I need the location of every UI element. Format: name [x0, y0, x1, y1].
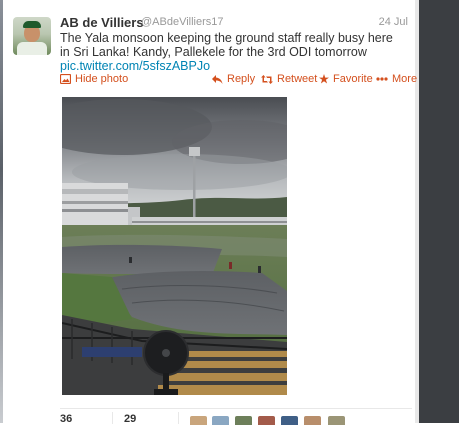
avatar[interactable] — [304, 416, 321, 425]
avatar[interactable] — [258, 416, 275, 425]
hide-photo-button[interactable]: Hide photo — [60, 73, 128, 85]
retweet-icon — [261, 74, 273, 84]
favorite-button[interactable]: Favorite — [319, 73, 373, 85]
avatar[interactable] — [212, 416, 229, 425]
avatar[interactable] — [13, 17, 51, 55]
hide-photo-label: Hide photo — [75, 73, 129, 85]
tweet-stats: 36 29 — [60, 408, 412, 425]
retweet-label: Retweet — [277, 73, 318, 85]
star-icon — [319, 74, 329, 84]
reply-button[interactable]: Reply — [212, 73, 255, 85]
reply-icon — [212, 74, 223, 84]
avatar[interactable] — [281, 416, 298, 425]
reply-label: Reply — [227, 73, 256, 85]
tweet-date[interactable]: 24 Jul — [379, 16, 408, 28]
stats-divider — [112, 412, 113, 424]
tweet-text: The Yala monsoon keeping the ground staf… — [60, 31, 393, 59]
photo-icon — [60, 74, 71, 84]
more-label: More — [392, 73, 418, 85]
author-handle[interactable]: @ABdeVilliers17 — [141, 16, 224, 28]
retweet-button[interactable]: Retweet — [261, 73, 317, 85]
avatar[interactable] — [235, 416, 252, 425]
author-name[interactable]: AB de Villiers — [60, 15, 144, 30]
favorite-label: Favorite — [333, 73, 373, 85]
more-button[interactable]: More — [376, 73, 417, 85]
page-background — [419, 0, 459, 423]
stadium-photo — [62, 97, 287, 395]
tweet-card[interactable]: AB de Villiers @ABdeVilliers17 24 Jul Th… — [3, 0, 417, 425]
retweet-count[interactable]: 36 — [60, 413, 72, 425]
avatar[interactable] — [190, 416, 207, 425]
photo-link[interactable]: pic.twitter.com/5sfszABPJo — [60, 59, 210, 73]
tweet-photo[interactable] — [62, 97, 287, 395]
stats-divider — [178, 412, 179, 424]
avatar[interactable] — [328, 416, 345, 425]
favorite-count[interactable]: 29 — [124, 413, 136, 425]
more-dots-icon — [376, 77, 388, 81]
tweet-actions: Hide photo Reply Retweet Favorite More — [60, 73, 417, 87]
